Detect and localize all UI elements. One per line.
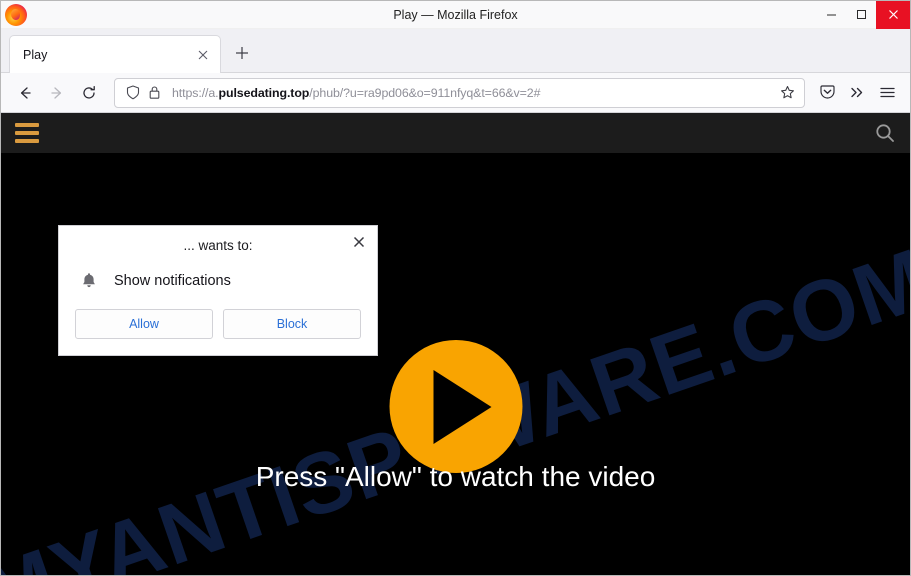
- video-stage: MYANTISPYWARE.COM Press "Allow" to watch…: [1, 153, 910, 575]
- site-hamburger-menu-icon[interactable]: [15, 123, 39, 143]
- url-suffix: /phub/?u=ra9pd06&o=911nfyq&t=66&v=2#: [309, 85, 541, 100]
- popup-close-icon[interactable]: [349, 232, 369, 252]
- window-controls: [816, 1, 910, 29]
- address-bar[interactable]: https://a.pulsedating.top/phub/?u=ra9pd0…: [114, 77, 805, 108]
- page-viewport: MYANTISPYWARE.COM Press "Allow" to watch…: [1, 113, 910, 575]
- firefox-browser-window: Play — Mozilla Firefox Play https://a.pu…: [0, 0, 911, 576]
- permission-request-label: Show notifications: [114, 272, 231, 289]
- play-triangle-icon: [433, 369, 492, 444]
- forward-button[interactable]: [41, 78, 73, 108]
- shield-icon[interactable]: [124, 85, 141, 100]
- tab-title: Play: [23, 47, 48, 62]
- popup-actions: Allow Block: [59, 309, 377, 355]
- popup-header: ... wants to:: [59, 226, 377, 264]
- tab-strip: Play: [1, 29, 910, 73]
- close-window-button[interactable]: [876, 1, 910, 29]
- address-bar-text[interactable]: https://a.pulsedating.top/phub/?u=ra9pd0…: [172, 86, 776, 100]
- browser-tab[interactable]: Play: [9, 35, 221, 73]
- tab-close-icon[interactable]: [194, 46, 212, 64]
- window-title: Play — Mozilla Firefox: [393, 7, 518, 22]
- padlock-icon[interactable]: [146, 85, 163, 100]
- block-button[interactable]: Block: [223, 309, 361, 339]
- chevron-double-right-icon[interactable]: [842, 78, 872, 108]
- permission-request-row: Show notifications: [59, 264, 377, 309]
- new-tab-button[interactable]: [227, 38, 257, 68]
- url-domain: pulsedating.top: [218, 85, 310, 100]
- popup-title: ... wants to:: [183, 237, 253, 253]
- reload-button[interactable]: [73, 78, 105, 108]
- back-button[interactable]: [9, 78, 41, 108]
- title-bar: Play — Mozilla Firefox: [1, 1, 910, 29]
- pocket-icon[interactable]: [812, 78, 842, 108]
- bell-icon: [79, 272, 99, 289]
- star-icon[interactable]: [776, 82, 798, 104]
- firefox-logo-icon: [5, 3, 27, 26]
- site-header-bar: [1, 113, 910, 153]
- play-button[interactable]: [389, 340, 522, 473]
- minimize-button[interactable]: [816, 1, 846, 29]
- notification-permission-popup: ... wants to: Show notifications Allow B…: [58, 225, 378, 356]
- navigation-toolbar: https://a.pulsedating.top/phub/?u=ra9pd0…: [1, 73, 910, 113]
- maximize-button[interactable]: [846, 1, 876, 29]
- allow-button[interactable]: Allow: [75, 309, 213, 339]
- call-to-action-text: Press "Allow" to watch the video: [255, 461, 656, 492]
- hamburger-menu-icon[interactable]: [872, 78, 902, 108]
- url-prefix: https://a.: [172, 85, 219, 100]
- site-search-icon[interactable]: [874, 122, 896, 144]
